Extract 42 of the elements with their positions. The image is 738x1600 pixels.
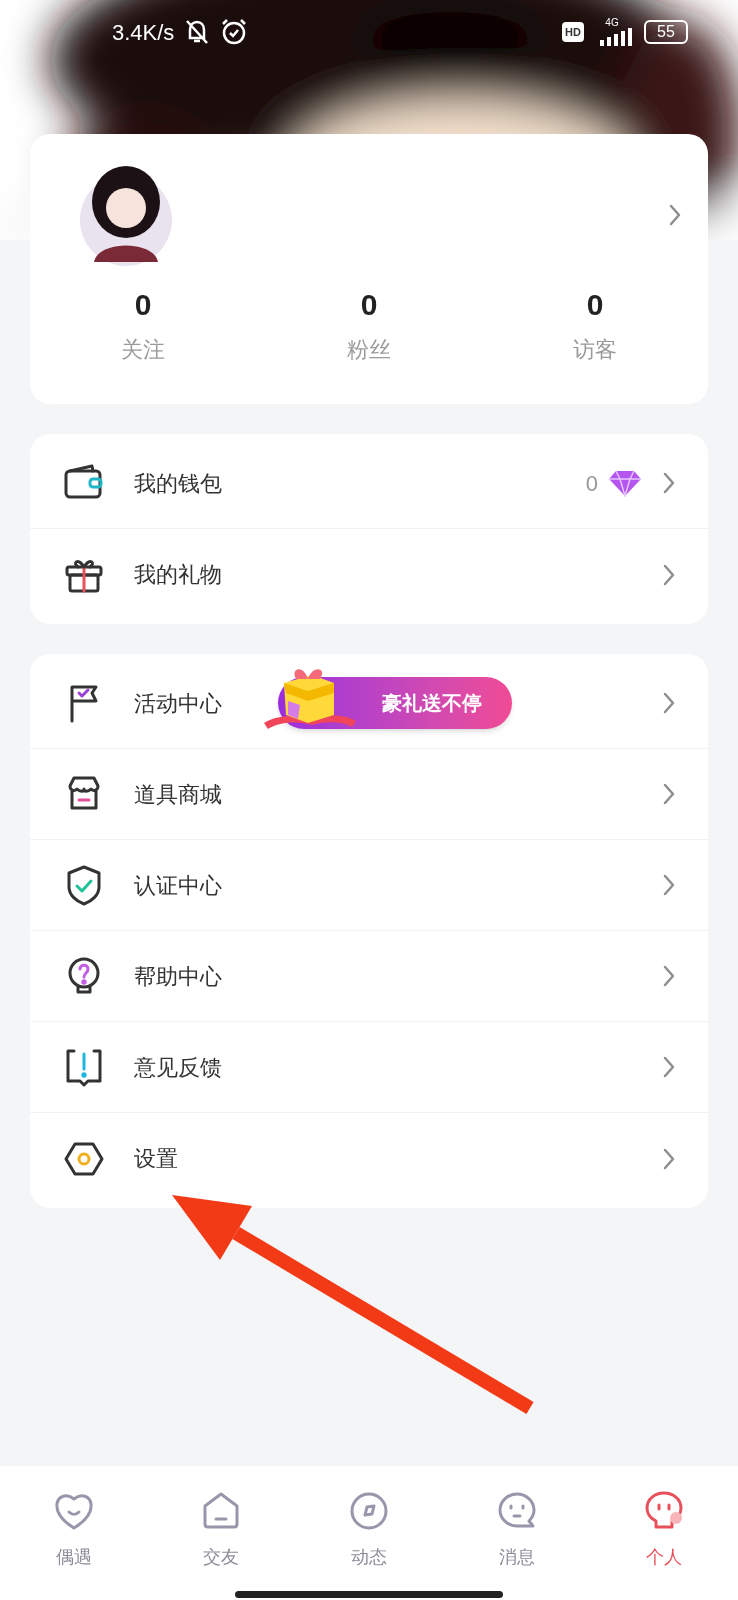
tab[interactable]: 消息	[442, 1490, 591, 1571]
menu-item[interactable]: 活动中心 豪礼送不停	[30, 658, 708, 749]
menu-item[interactable]: 意见反馈	[30, 1022, 708, 1113]
chevron-right-icon	[662, 471, 676, 495]
menu-label: 我的礼物	[134, 561, 222, 589]
menu-label: 活动中心	[134, 689, 222, 718]
chevron-right-icon	[662, 964, 676, 988]
menu-label: 帮助中心	[134, 962, 222, 991]
menu-label: 道具商城	[134, 780, 222, 809]
chevron-right-icon	[662, 562, 676, 587]
menu-item[interactable]: 我的礼物	[30, 529, 708, 620]
stat-count: 0	[360, 287, 378, 323]
stat-count: 0	[586, 287, 604, 323]
chevron-right-icon	[668, 203, 682, 227]
menu-item[interactable]: 设置	[30, 1113, 708, 1204]
compass-icon	[348, 1490, 390, 1532]
chevron-right-icon	[662, 1055, 676, 1079]
chevron-right-icon	[662, 1146, 676, 1171]
stat-label[interactable]: 访客	[573, 333, 617, 366]
menu-label: 认证中心	[134, 871, 222, 900]
network-speed: 3.4K/s	[112, 18, 175, 47]
tab[interactable]: 动态	[295, 1490, 443, 1571]
menu-item[interactable]: 认证中心	[30, 840, 708, 931]
stat-label[interactable]: 粉丝	[347, 333, 391, 366]
menu-label: 我的钱包	[134, 469, 222, 498]
menu-item[interactable]: 道具商城	[30, 749, 708, 840]
chevron-right-icon	[662, 782, 676, 806]
tab[interactable]: 偶遇	[0, 1490, 148, 1571]
diamond-icon	[608, 469, 642, 497]
tab[interactable]: 交友	[147, 1490, 296, 1571]
stat-label[interactable]: 关注	[121, 333, 165, 366]
menu-item[interactable]: 帮助中心	[30, 931, 708, 1022]
battery-indicator: 55	[644, 20, 688, 44]
menu-label: 设置	[134, 1145, 178, 1173]
chevron-right-icon	[662, 873, 676, 897]
diamond-count: 0	[585, 469, 598, 498]
chevron-right-icon	[662, 691, 676, 715]
menu-item[interactable]: 我的钱包 0	[30, 438, 708, 529]
network-type: 4G	[605, 18, 619, 28]
tab[interactable]: 个人	[590, 1490, 738, 1571]
menu-label: 意见反馈	[134, 1053, 222, 1082]
stat-count: 0	[134, 287, 152, 323]
